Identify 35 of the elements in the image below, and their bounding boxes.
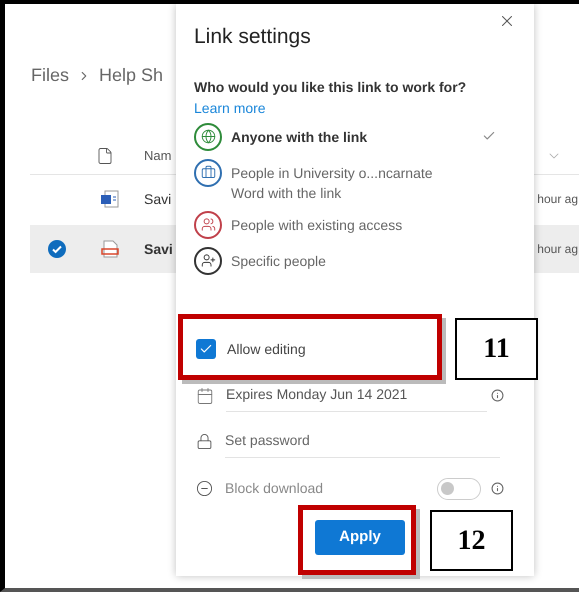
word-file-icon	[100, 189, 120, 209]
file-name[interactable]: Savi	[144, 188, 172, 210]
lock-icon	[196, 433, 213, 450]
add-people-icon	[200, 253, 216, 268]
apply-button[interactable]: Apply	[315, 520, 405, 554]
people-icon	[200, 217, 216, 232]
checkbox[interactable]	[196, 339, 216, 359]
globe-icon	[200, 129, 216, 144]
block-icon	[196, 480, 213, 497]
file-type-icon	[96, 146, 114, 164]
briefcase-icon	[200, 165, 216, 180]
block-download-label: Block download	[225, 479, 324, 498]
question-text: Who would you like this link to work for?	[194, 78, 468, 97]
password-field[interactable]: Set password	[225, 426, 500, 458]
step-number-label: 12	[430, 510, 513, 571]
audience-option[interactable]: People in University o...ncarnate Word with the link	[194, 158, 516, 202]
modified-time: hour ag	[537, 241, 578, 258]
info-icon[interactable]	[491, 482, 504, 495]
check-circle-icon[interactable]	[48, 240, 66, 258]
audience-option[interactable]: Specific people	[194, 246, 516, 274]
learn-more-link[interactable]: Learn more	[194, 98, 266, 118]
breadcrumb-item[interactable]: Files	[31, 62, 70, 89]
checkbox-label: Allow editing	[227, 340, 306, 359]
column-header[interactable]: Nam	[144, 146, 172, 166]
calendar-icon[interactable]	[196, 386, 214, 404]
toggle-switch[interactable]	[437, 478, 481, 500]
info-icon[interactable]	[491, 389, 504, 402]
modified-time: hour ag	[537, 191, 578, 208]
breadcrumb-item[interactable]: Help Sh	[99, 62, 164, 89]
audience-option[interactable]: Anyone with the link	[194, 122, 516, 150]
step-number-label: 11	[455, 318, 538, 380]
file-name[interactable]: Savi	[144, 238, 173, 260]
panel-title: Link settings	[194, 24, 312, 50]
pdf-file-icon	[100, 239, 120, 259]
audience-option[interactable]: People with existing access	[194, 210, 516, 238]
